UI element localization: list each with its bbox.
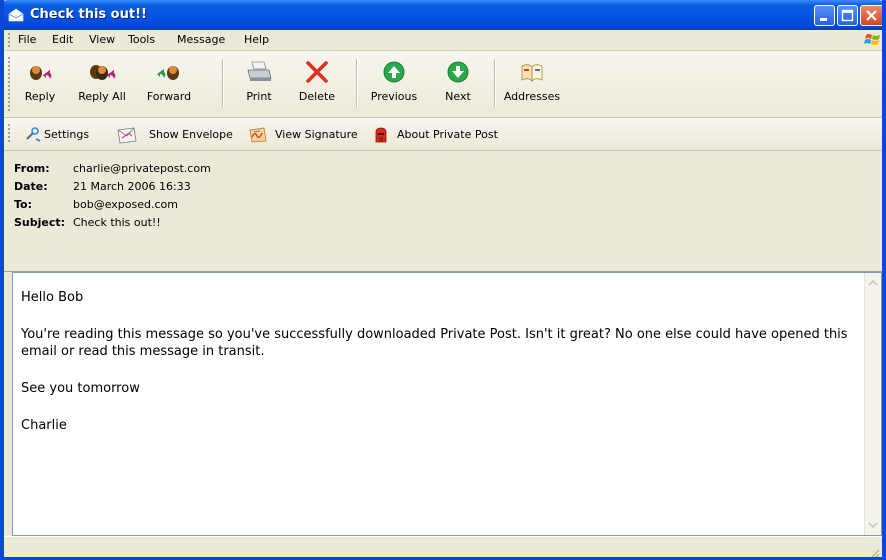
subject-row: Subject: Check this out!!: [14, 216, 161, 229]
reply-button[interactable]: Reply: [22, 57, 58, 113]
menu-message[interactable]: Message: [177, 33, 225, 46]
maximize-icon: [841, 9, 854, 22]
maximize-button[interactable]: [837, 5, 858, 26]
close-button[interactable]: [860, 5, 882, 26]
menu-bar: File Edit View Tools Message Help: [4, 30, 882, 51]
message-paragraph: Charlie: [21, 418, 67, 433]
reply-icon: [30, 66, 52, 80]
forward-icon: [157, 66, 179, 80]
to-row: To: bob@exposed.com: [14, 198, 178, 211]
previous-icon: [383, 61, 405, 83]
message-window: Check this out!! File Edit View Tools Me…: [0, 0, 886, 560]
date-value: 21 March 2006 16:33: [73, 180, 191, 193]
view-signature-button[interactable]: View Signature: [248, 126, 358, 144]
menu-file[interactable]: File: [18, 33, 36, 46]
window-title: Check this out!!: [30, 7, 147, 22]
toolbar-separator: [222, 59, 223, 107]
menu-tools[interactable]: Tools: [128, 33, 155, 46]
print-icon: [247, 61, 272, 81]
reply-all-label: Reply All: [78, 90, 126, 103]
next-icon: [447, 61, 469, 83]
message-header: From: charlie@privatepost.com Date: 21 Mar…: [4, 151, 882, 272]
secondary-toolbar: Settings Show Envelope View Signature Ab…: [4, 118, 882, 151]
menu-grip[interactable]: [8, 33, 10, 47]
delete-button[interactable]: Delete: [294, 57, 340, 113]
show-envelope-button[interactable]: Show Envelope: [116, 126, 234, 144]
settings-button[interactable]: Settings: [24, 126, 108, 144]
message-text: Hello Bob You're reading this message so…: [21, 289, 851, 454]
from-label: From:: [14, 162, 50, 175]
forward-button[interactable]: Forward: [141, 57, 197, 113]
from-value: charlie@privatepost.com: [73, 162, 211, 175]
envelope-open-icon: [8, 8, 24, 22]
date-label: Date:: [14, 180, 48, 193]
message-paragraph: You're reading this message so you've su…: [21, 327, 848, 359]
previous-label: Previous: [370, 90, 418, 103]
reply-all-icon: [90, 65, 116, 80]
forward-label: Forward: [146, 90, 192, 103]
vertical-scrollbar[interactable]: [864, 273, 881, 535]
to-label: To:: [14, 198, 32, 211]
delete-icon: [306, 61, 328, 83]
menu-edit[interactable]: Edit: [52, 33, 73, 46]
from-row: From: charlie@privatepost.com: [14, 162, 211, 175]
addresses-label: Addresses: [503, 90, 561, 103]
title-bar[interactable]: Check this out!!: [4, 0, 882, 30]
minimize-button[interactable]: [814, 5, 835, 26]
next-button[interactable]: Next: [436, 57, 480, 113]
envelope-icon: [117, 127, 137, 144]
print-button[interactable]: Print: [236, 57, 282, 113]
message-body[interactable]: Hello Bob You're reading this message so…: [12, 272, 882, 536]
close-icon: [866, 10, 877, 21]
date-row: Date: 21 March 2006 16:33: [14, 180, 191, 193]
main-toolbar: Reply Reply All Forward Print Delete Pre…: [4, 51, 882, 118]
message-paragraph: See you tomorrow: [21, 381, 140, 396]
address-book-icon: [521, 64, 543, 82]
minimize-icon: [820, 18, 827, 21]
message-paragraph: Hello Bob: [21, 290, 84, 305]
about-private-post-button[interactable]: About Private Post: [372, 126, 502, 144]
subject-value: Check this out!!: [73, 216, 161, 229]
toolbar-separator: [356, 59, 357, 107]
to-value: bob@exposed.com: [73, 198, 178, 211]
delete-label: Delete: [298, 90, 336, 103]
scroll-up-icon[interactable]: [867, 277, 879, 289]
signature-icon: [249, 127, 267, 143]
reply-label: Reply: [24, 90, 56, 103]
toolbar-separator: [494, 59, 495, 107]
toolbar-grip[interactable]: [8, 124, 10, 144]
scroll-down-icon[interactable]: [867, 519, 879, 531]
settings-label: Settings: [44, 128, 90, 141]
view-signature-label: View Signature: [275, 128, 358, 141]
show-envelope-label: Show Envelope: [149, 128, 233, 141]
previous-button[interactable]: Previous: [368, 57, 420, 113]
addresses-button[interactable]: Addresses: [500, 57, 564, 113]
windows-logo-icon: [864, 34, 880, 45]
menu-view[interactable]: View: [89, 33, 115, 46]
reply-all-button[interactable]: Reply All: [73, 57, 131, 113]
next-label: Next: [445, 90, 471, 103]
subject-label: Subject:: [14, 216, 66, 229]
settings-icon: [26, 127, 41, 142]
print-label: Print: [246, 90, 272, 103]
toolbar-grip[interactable]: [8, 57, 10, 111]
menu-help[interactable]: Help: [244, 33, 269, 46]
about-private-post-label: About Private Post: [397, 128, 498, 141]
private-post-icon: [375, 127, 387, 143]
